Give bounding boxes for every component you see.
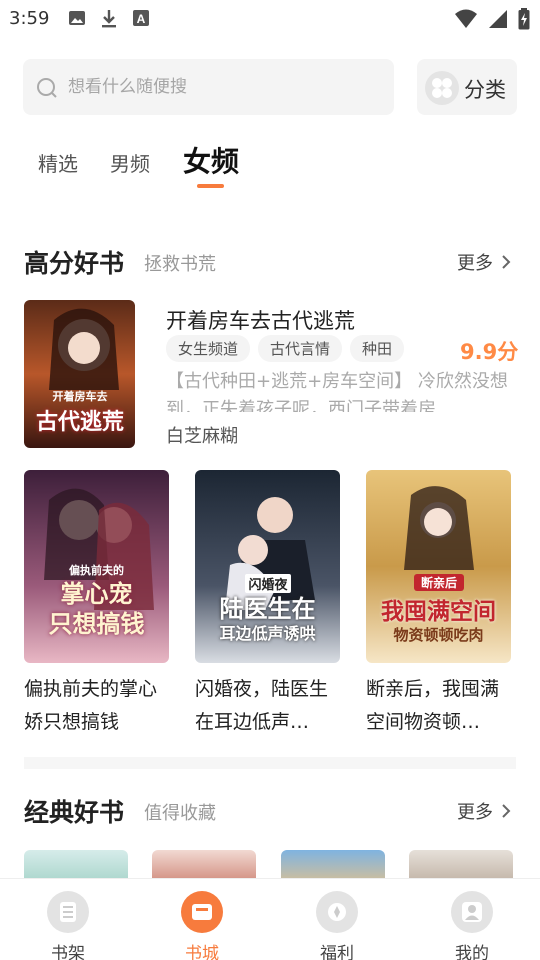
active-tab-indicator <box>197 184 224 188</box>
cover-line: 耳边低声诱哄 <box>219 624 316 643</box>
tab-nanpin[interactable]: 男频 <box>110 148 150 177</box>
section-title-high-score: 高分好书 <box>24 249 125 278</box>
nav-bookshelf[interactable]: 书架 <box>28 891 108 960</box>
featured-book-cover[interactable]: 开着房车去 古代逃荒 <box>24 300 135 448</box>
nav-label: 福利 <box>320 944 354 960</box>
tab-nvpin[interactable]: 女频 <box>183 140 239 180</box>
nav-welfare[interactable]: 福利 <box>297 891 377 960</box>
system-icons <box>454 8 530 30</box>
nav-profile[interactable]: 我的 <box>432 891 512 960</box>
search-icon <box>37 78 57 98</box>
featured-book-description: 【古代种田+逃荒+房车空间】 冷欣然没想到，正失着孩子呢，西门子带着房 <box>166 371 508 412</box>
svg-text:A: A <box>137 12 146 26</box>
featured-book-tags: 女生频道 古代言情 种田 <box>166 335 405 362</box>
section-title-classic: 经典好书 <box>24 798 125 827</box>
featured-cover-line1: 开着房车去 <box>52 390 108 403</box>
book-card[interactable]: 偏执前夫的 掌心宠 只想搞钱 偏执前夫的掌心娇只想搞钱 <box>24 470 169 739</box>
tag: 女生频道 <box>166 335 251 362</box>
category-icon <box>425 71 459 105</box>
notification-icons: A <box>68 9 150 29</box>
book-title: 断亲后，我囤满空间物资顿… <box>366 678 500 733</box>
status-bar: 3:59 A <box>0 0 540 38</box>
featured-book-author: 白芝麻糊 <box>166 426 238 447</box>
chevron-right-icon <box>502 255 511 269</box>
section-subtitle-classic: 值得收藏 <box>144 803 216 824</box>
more-link-classic[interactable]: 更多 <box>457 798 511 824</box>
tag: 古代言情 <box>258 335 343 362</box>
app-a-icon: A <box>133 10 149 26</box>
featured-book-score: 9.9分 <box>460 340 519 364</box>
book-card[interactable]: 闪婚夜 陆医生在 耳边低声诱哄 闪婚夜，陆医生在耳边低声… <box>195 470 340 739</box>
featured-book-title[interactable]: 开着房车去古代逃荒 <box>166 305 355 335</box>
bottom-navigation: 书架 书城 福利 我的 <box>0 878 540 960</box>
nav-bookstore[interactable]: 书城 <box>162 891 242 960</box>
profile-icon <box>451 891 493 933</box>
tag: 种田 <box>350 335 405 362</box>
book-cover: 闪婚夜 陆医生在 耳边低声诱哄 <box>195 470 340 663</box>
nav-label: 书架 <box>51 944 85 960</box>
wifi-icon <box>455 9 477 28</box>
search-bar[interactable] <box>23 59 394 115</box>
book-cover: 偏执前夫的 掌心宠 只想搞钱 <box>24 470 169 663</box>
nav-label: 书城 <box>185 944 219 960</box>
category-label: 分类 <box>464 78 506 102</box>
cover-line: 我囤满空间 <box>381 598 496 625</box>
nav-label: 我的 <box>455 944 489 960</box>
signal-icon <box>489 10 507 28</box>
more-label: 更多 <box>457 802 493 823</box>
status-time: 3:59 <box>9 8 50 29</box>
featured-cover-line2: 古代逃荒 <box>35 409 124 435</box>
gift-icon <box>316 891 358 933</box>
download-icon <box>102 10 116 28</box>
bookstore-icon <box>181 891 223 933</box>
battery-icon <box>518 8 530 30</box>
more-label: 更多 <box>457 253 493 274</box>
section-subtitle-high-score: 拯救书荒 <box>144 254 216 275</box>
tab-jingxuan[interactable]: 精选 <box>38 148 78 177</box>
section-divider <box>24 757 516 769</box>
more-link-high-score[interactable]: 更多 <box>457 249 511 275</box>
image-icon <box>69 11 85 25</box>
book-card[interactable]: 断亲后 我囤满空间 物资顿顿吃肉 断亲后，我囤满空间物资顿… <box>366 470 511 739</box>
cover-line: 物资顿顿吃肉 <box>393 626 484 644</box>
book-cover: 断亲后 我囤满空间 物资顿顿吃肉 <box>366 470 511 663</box>
cover-line: 只想搞钱 <box>48 609 145 638</box>
cover-line: 断亲后 <box>414 574 464 591</box>
book-title: 闪婚夜，陆医生在耳边低声… <box>195 678 329 733</box>
cover-line: 陆医生在 <box>219 594 316 623</box>
category-button[interactable]: 分类 <box>417 59 517 115</box>
search-input[interactable] <box>68 75 368 99</box>
book-title: 偏执前夫的掌心娇只想搞钱 <box>24 678 158 733</box>
bookshelf-icon <box>47 891 89 933</box>
chevron-right-icon <box>502 804 511 818</box>
